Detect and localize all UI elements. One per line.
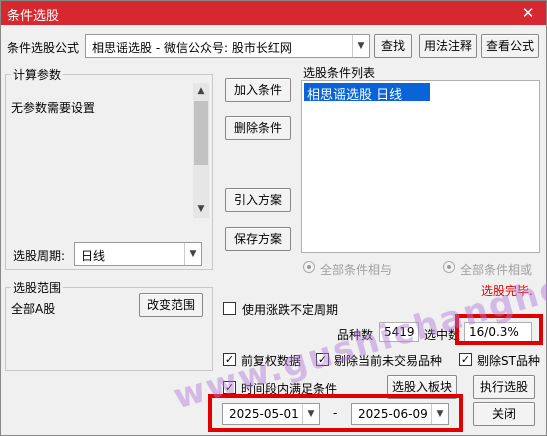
or-radio[interactable]: [443, 261, 455, 273]
scope-group-label: 选股范围: [11, 279, 64, 296]
and-radio[interactable]: [303, 261, 315, 273]
irregular-period-label: 使用涨跌不定周期: [242, 303, 339, 317]
params-scrollbar[interactable]: ▲ ▼: [193, 83, 209, 218]
scroll-up-icon[interactable]: ▲: [193, 83, 209, 99]
or-radio-label: 全部条件相或: [460, 263, 533, 277]
and-radio-label: 全部条件相与: [320, 263, 393, 277]
close-icon[interactable]: ✕: [518, 3, 538, 23]
condition-list[interactable]: 相思谣选股 日线: [301, 80, 540, 253]
title-bar: 条件选股 ✕: [1, 1, 546, 25]
exclude-st-label: 剔除ST品种: [477, 354, 540, 368]
no-params-text: 无参数需要设置: [11, 101, 96, 115]
chevron-down-icon[interactable]: ▼: [184, 243, 201, 265]
scope-value: 全部A股: [11, 302, 56, 316]
condition-list-item[interactable]: 相思谣选股 日线: [304, 83, 430, 103]
irregular-period-checkbox[interactable]: [223, 302, 236, 315]
condition-list-label: 选股条件列表: [303, 66, 376, 80]
period-label: 选股周期:: [13, 249, 66, 263]
find-button[interactable]: 查找: [374, 34, 412, 58]
usage-notes-button[interactable]: 用法注释: [419, 34, 477, 58]
scroll-thumb[interactable]: [194, 101, 208, 165]
window-title: 条件选股: [7, 9, 60, 24]
chevron-down-icon[interactable]: ▼: [352, 35, 369, 57]
delete-condition-button[interactable]: 删除条件: [225, 116, 291, 140]
period-select[interactable]: 日线 ▼: [74, 242, 202, 266]
close-button[interactable]: 关闭: [473, 402, 535, 426]
scroll-down-icon[interactable]: ▼: [193, 201, 209, 217]
import-scheme-button[interactable]: 引入方案: [225, 188, 291, 212]
add-condition-button[interactable]: 加入条件: [225, 78, 291, 102]
view-formula-button[interactable]: 查看公式: [481, 34, 539, 58]
save-scheme-button[interactable]: 保存方案: [225, 227, 291, 251]
formula-label: 条件选股公式: [7, 41, 80, 55]
params-group-label: 计算参数: [11, 66, 64, 83]
exclude-st-checkbox[interactable]: ✓: [459, 353, 472, 366]
condition-stock-selection-window: 条件选股 ✕ 条件选股公式 相思谣选股 - 微信公众号: 股市长红网 ▼ 查找 …: [0, 0, 547, 436]
run-selection-button[interactable]: 执行选股: [473, 375, 535, 399]
date-highlight-box: [208, 394, 463, 432]
formula-select[interactable]: 相思谣选股 - 微信公众号: 股市长红网 ▼: [85, 34, 370, 58]
period-value: 日线: [81, 249, 106, 263]
formula-selected-value: 相思谣选股 - 微信公众号: 股市长红网: [92, 41, 292, 55]
change-scope-button[interactable]: 改变范围: [139, 293, 203, 317]
